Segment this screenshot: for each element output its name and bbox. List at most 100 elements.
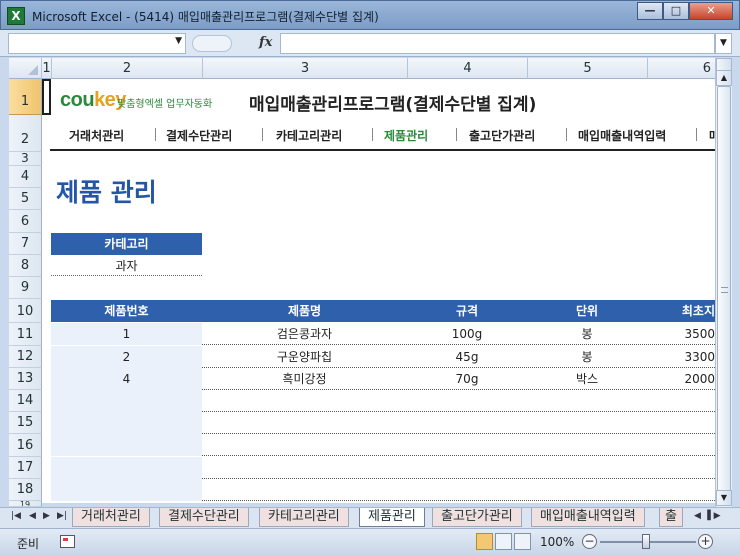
column-title-product-name: 제품명 xyxy=(287,304,322,318)
column-header[interactable]: 1 xyxy=(42,58,52,79)
row-header[interactable]: 11 xyxy=(9,323,42,346)
maximize-button[interactable]: □ xyxy=(663,2,689,20)
normal-view-icon[interactable] xyxy=(476,533,493,550)
row-header[interactable]: 1 xyxy=(9,79,42,115)
table-row-empty[interactable] xyxy=(51,457,715,479)
status-ready-text: 준비 xyxy=(17,537,40,551)
cell-spec[interactable]: 70g xyxy=(407,368,527,390)
cell-empty[interactable] xyxy=(51,434,202,456)
row-header[interactable]: 10 xyxy=(9,299,42,323)
row-header[interactable]: 16 xyxy=(9,434,42,457)
chevron-down-icon[interactable]: ▼ xyxy=(175,36,182,46)
close-button[interactable]: ✕ xyxy=(689,2,733,20)
row-header[interactable]: 15 xyxy=(9,412,42,434)
cell-spec[interactable]: 100g xyxy=(407,323,527,345)
row-header[interactable]: 13 xyxy=(9,368,42,390)
first-sheet-icon[interactable]: |◀ xyxy=(11,511,21,521)
cell-empty[interactable] xyxy=(51,479,202,501)
nav-item-customers[interactable]: 거래처관리 xyxy=(69,127,124,144)
last-sheet-icon[interactable]: ▶| xyxy=(57,511,67,521)
nav-item-transactions[interactable]: 매입매출내역입력 xyxy=(578,127,666,144)
cell-initial-price[interactable]: 3500 xyxy=(647,323,715,345)
horizontal-scroll-icon[interactable]: ◀ ▐ ▶ xyxy=(694,511,721,521)
scroll-up-icon[interactable]: ▲ xyxy=(716,70,732,86)
column-header[interactable]: 4 xyxy=(408,58,528,79)
prev-sheet-icon[interactable]: ◀ xyxy=(29,511,36,521)
sheet-tab-more[interactable]: 출 xyxy=(659,508,683,527)
column-header[interactable]: 5 xyxy=(528,58,648,79)
cell-initial-price[interactable]: 2000 xyxy=(647,368,715,390)
row-header[interactable]: 12 xyxy=(9,346,42,368)
nav-item-unit-prices[interactable]: 출고단가관리 xyxy=(469,127,535,144)
column-header[interactable]: 3 xyxy=(203,58,408,79)
sheet-tab-transactions[interactable]: 매입매출내역입력 xyxy=(531,508,645,527)
cell-initial-price[interactable]: 3300 xyxy=(647,346,715,368)
nav-item-payment-methods[interactable]: 결제수단관리 xyxy=(166,127,232,144)
zoom-slider-thumb[interactable] xyxy=(642,534,650,549)
zoom-in-icon[interactable]: + xyxy=(698,534,713,549)
insert-function-icon[interactable]: fx xyxy=(259,35,272,50)
nav-divider xyxy=(696,128,697,141)
cell-product-no[interactable]: 4 xyxy=(51,368,202,390)
row-header[interactable]: 8 xyxy=(9,255,42,277)
cell-empty[interactable] xyxy=(51,390,202,412)
row-header[interactable]: 7 xyxy=(9,233,42,255)
scroll-down-icon[interactable]: ▼ xyxy=(716,490,732,506)
cell-unit[interactable]: 봉 xyxy=(527,323,647,345)
sheet-tab-unit-prices[interactable]: 출고단가관리 xyxy=(432,508,522,527)
column-header[interactable]: 6 xyxy=(648,58,715,79)
expand-formula-bar-icon[interactable]: ▼ xyxy=(715,33,732,54)
formula-input[interactable] xyxy=(280,33,715,54)
nav-divider xyxy=(155,128,156,141)
next-sheet-icon[interactable]: ▶ xyxy=(43,511,50,521)
select-all-corner[interactable] xyxy=(9,58,42,79)
window-controls: — □ ✕ xyxy=(637,2,733,21)
zoom-out-icon[interactable]: − xyxy=(582,534,597,549)
table-row[interactable]: 2 구운양파칩 45g 봉 3300 xyxy=(51,346,715,368)
sheet-tab-products[interactable]: 제품관리 xyxy=(359,508,425,527)
page-layout-view-icon[interactable] xyxy=(495,533,512,550)
cell-product-name[interactable]: 구운양파칩 xyxy=(202,346,407,368)
table-row-empty[interactable] xyxy=(51,412,715,434)
row-header[interactable]: 5 xyxy=(9,188,42,210)
macro-record-icon[interactable] xyxy=(60,535,75,548)
table-row-empty[interactable] xyxy=(51,434,715,456)
row-header[interactable]: 9 xyxy=(9,277,42,299)
row-header[interactable]: 18 xyxy=(9,479,42,501)
vertical-scrollbar[interactable]: ▲ ▼ xyxy=(715,58,732,507)
cell-unit[interactable]: 박스 xyxy=(527,368,647,390)
cell-product-no[interactable]: 1 xyxy=(51,323,202,345)
sheet-tab-customers[interactable]: 거래처관리 xyxy=(72,508,150,527)
nav-item-categories[interactable]: 카테고리관리 xyxy=(276,127,342,144)
page-break-view-icon[interactable] xyxy=(514,533,531,550)
worksheet[interactable]: coukey 맞춤형엑셀 업무자동화 매입매출관리프로그램(결제수단별 집계) … xyxy=(42,79,715,503)
cell-empty[interactable] xyxy=(51,457,202,479)
row-header[interactable]: 14 xyxy=(9,390,42,412)
category-select[interactable]: 과자 xyxy=(51,256,202,276)
row-header[interactable]: 17 xyxy=(9,457,42,479)
row-header[interactable]: 3 xyxy=(9,152,42,166)
active-cell[interactable] xyxy=(42,79,51,115)
table-row[interactable]: 4 흑미강정 70g 박스 2000 xyxy=(51,368,715,390)
column-title-unit: 단위 xyxy=(575,304,599,318)
minimize-button[interactable]: — xyxy=(637,2,663,20)
scroll-thumb[interactable] xyxy=(717,86,731,492)
table-row-empty[interactable] xyxy=(51,479,715,501)
row-header[interactable]: 2 xyxy=(9,115,42,152)
table-row-empty[interactable] xyxy=(51,390,715,412)
sheet-tab-categories[interactable]: 카테고리관리 xyxy=(259,508,349,527)
zoom-level[interactable]: 100% xyxy=(540,535,574,549)
name-box[interactable]: ▼ xyxy=(8,33,186,54)
column-header[interactable]: 2 xyxy=(52,58,203,79)
cell-empty[interactable] xyxy=(51,412,202,434)
cell-unit[interactable]: 봉 xyxy=(527,346,647,368)
cell-product-name[interactable]: 흑미강정 xyxy=(202,368,407,390)
row-header[interactable]: 4 xyxy=(9,166,42,188)
nav-item-products[interactable]: 제품관리 xyxy=(384,127,428,144)
row-header[interactable]: 6 xyxy=(9,210,42,233)
cell-product-no[interactable]: 2 xyxy=(51,346,202,368)
sheet-tab-payment-methods[interactable]: 결제수단관리 xyxy=(159,508,249,527)
cell-spec[interactable]: 45g xyxy=(407,346,527,368)
table-row[interactable]: 1 검은콩과자 100g 봉 3500 xyxy=(51,323,715,345)
cell-product-name[interactable]: 검은콩과자 xyxy=(202,323,407,345)
